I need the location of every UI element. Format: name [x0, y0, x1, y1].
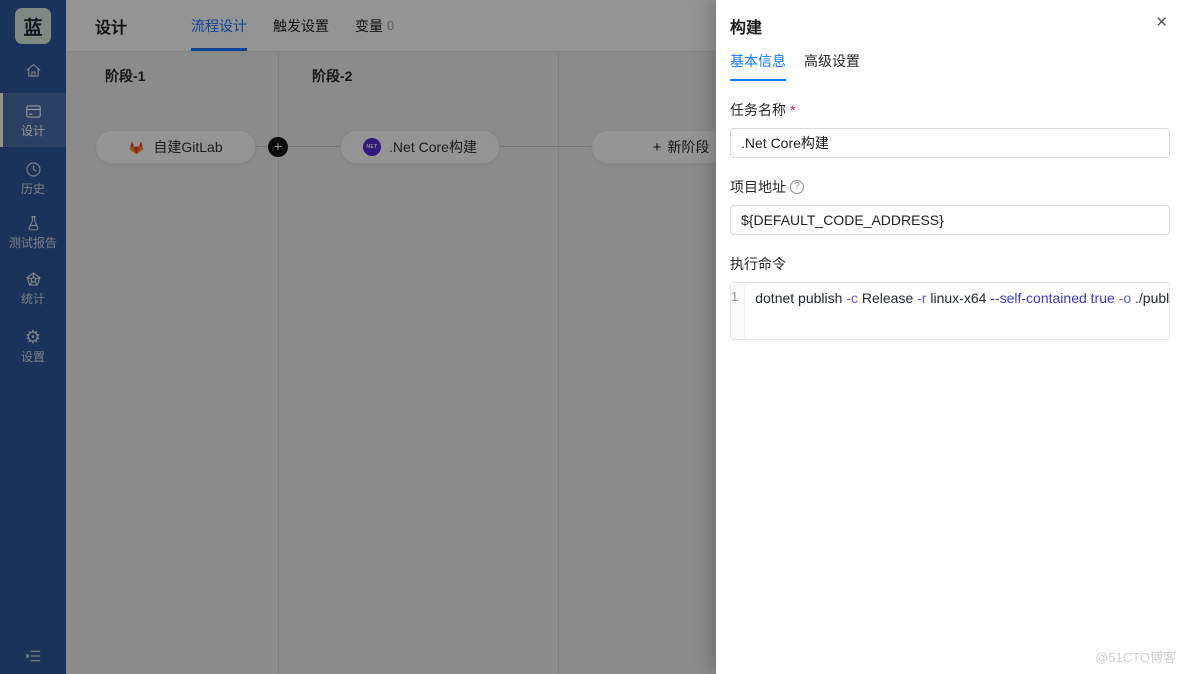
code-token: linux-x64	[926, 290, 990, 306]
code-token: --self-contained true	[990, 290, 1115, 306]
field-label-text: 执行命令	[730, 254, 786, 274]
close-icon[interactable]: ✕	[1155, 14, 1168, 32]
tab-advanced-settings[interactable]: 高级设置	[804, 51, 860, 81]
code-token: -o	[1119, 290, 1131, 306]
command-code-line: dotnet publish -c Release -r linux-x64 -…	[745, 283, 1170, 339]
task-name-input[interactable]	[730, 128, 1170, 158]
code-token: Release	[858, 290, 917, 306]
repo-address-label: 项目地址 ?	[730, 177, 1170, 197]
command-label: 执行命令	[730, 254, 1170, 274]
drawer-tabs: 基本信息 高级设置	[730, 51, 1170, 81]
field-label-text: 项目地址	[730, 177, 786, 197]
code-token: dotnet publish	[755, 290, 846, 306]
help-icon[interactable]: ?	[790, 180, 804, 194]
code-token: -c	[846, 290, 858, 306]
required-asterisk: *	[790, 102, 795, 118]
tab-basic-info[interactable]: 基本信息	[730, 51, 786, 81]
repo-address-input[interactable]	[730, 205, 1170, 235]
drawer-mask[interactable]	[0, 0, 716, 674]
drawer-title: 构建	[730, 14, 1170, 38]
field-label-text: 任务名称	[730, 100, 786, 120]
task-name-label: 任务名称 *	[730, 100, 1170, 120]
task-config-drawer: 构建 ✕ 基本信息 高级设置 任务名称 * 项目地址 ? 执行命令 1 dotn…	[716, 0, 1184, 674]
line-number-gutter: 1	[731, 283, 745, 339]
command-code-editor[interactable]: 1 dotnet publish -c Release -r linux-x64…	[730, 282, 1170, 340]
code-token: ./publish	[1131, 290, 1170, 306]
watermark: @51CTO博客	[1095, 647, 1176, 666]
